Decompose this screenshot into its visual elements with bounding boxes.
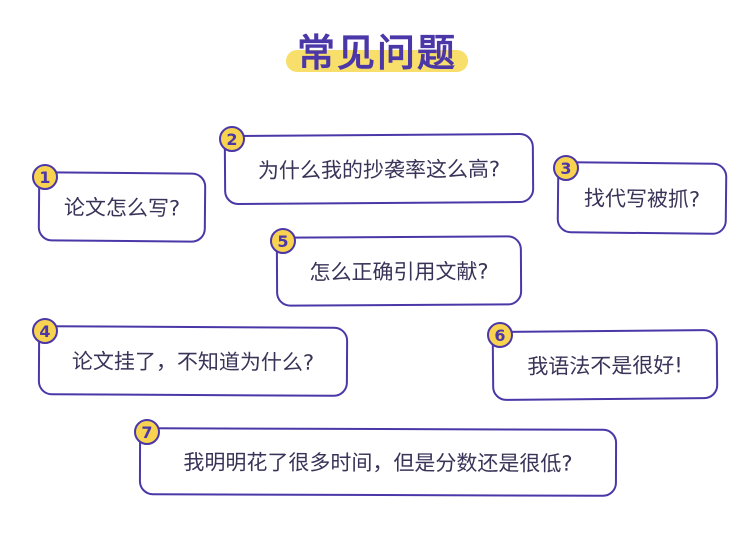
question-bubble-1: 论文怎么写? — [37, 171, 207, 243]
question-text-5: 怎么正确引用文献? — [309, 259, 489, 285]
question-text-3: 找代写被抓? — [583, 186, 701, 212]
question-bubble-6: 我语法不是很好! — [491, 329, 719, 401]
number-badge-4: 4 — [32, 318, 58, 344]
question-bubble-7: 我明明花了很多时间，但是分数还是很低? — [138, 427, 618, 497]
question-text-4: 论文挂了，不知道为什么? — [71, 349, 315, 375]
question-bubble-3: 找代写被抓? — [556, 161, 728, 235]
page-title: 常见问题 — [296, 31, 457, 75]
question-text-7: 我明明花了很多时间，但是分数还是很低? — [183, 450, 573, 476]
question-bubble-5: 怎么正确引用文献? — [275, 235, 523, 307]
question-text-1: 论文怎么写? — [63, 195, 181, 221]
number-badge-1: 1 — [32, 164, 58, 190]
number-badge-6: 6 — [487, 322, 513, 348]
question-bubble-2: 为什么我的抄袭率这么高? — [223, 132, 535, 206]
question-bubble-4: 论文挂了，不知道为什么? — [37, 325, 349, 397]
number-badge-2: 2 — [219, 126, 245, 152]
number-badge-3: 3 — [553, 155, 579, 181]
question-text-6: 我语法不是很好! — [527, 353, 683, 379]
number-badge-5: 5 — [270, 228, 296, 254]
page-title-block: 常见问题 — [282, 18, 472, 75]
question-text-2: 为什么我的抄袭率这么高? — [257, 157, 501, 183]
number-badge-7: 7 — [134, 419, 160, 445]
